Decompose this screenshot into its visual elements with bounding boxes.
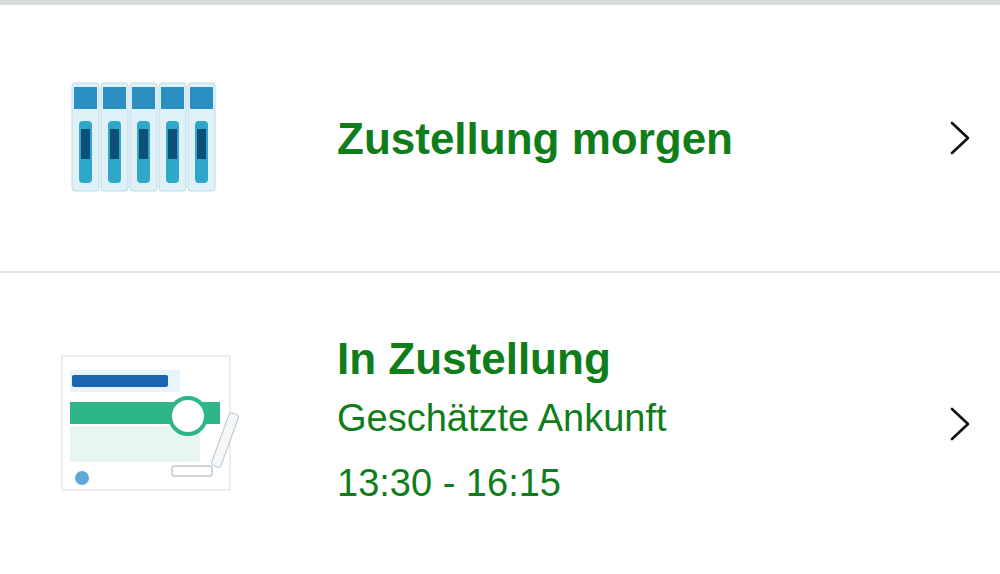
product-image <box>0 354 337 494</box>
product-image <box>0 81 337 196</box>
chevron-right-icon <box>949 120 971 156</box>
delivery-list: Zustellung morgen In Zustellung Geschätz… <box>0 5 1000 574</box>
delivery-screen: Zustellung morgen In Zustellung Geschätz… <box>0 0 1000 574</box>
delivery-detail: Geschätzte Ankunft <box>337 386 930 451</box>
chevron-wrap[interactable] <box>930 120 1000 156</box>
delivery-detail: 13:30 - 16:15 <box>337 451 930 516</box>
delivery-info: Zustellung morgen <box>337 111 930 166</box>
delivery-info: In Zustellung Geschätzte Ankunft13:30 - … <box>337 331 930 515</box>
chevron-right-icon <box>949 406 971 442</box>
eye-drops-box-icon <box>60 354 250 494</box>
delivery-row[interactable]: In Zustellung Geschätzte Ankunft13:30 - … <box>0 273 1000 574</box>
mouth-spray-pack-icon <box>70 81 220 196</box>
chevron-wrap[interactable] <box>930 406 1000 442</box>
delivery-status: In Zustellung <box>337 331 930 386</box>
delivery-status: Zustellung morgen <box>337 111 930 166</box>
delivery-row[interactable]: Zustellung morgen <box>0 5 1000 273</box>
